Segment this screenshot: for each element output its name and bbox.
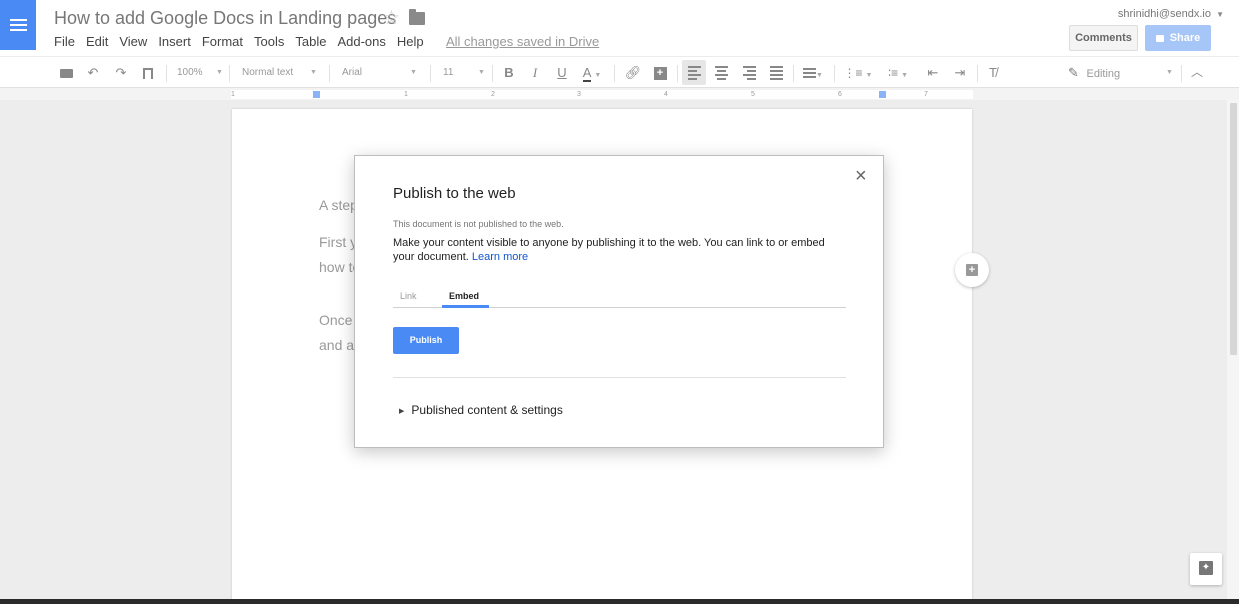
- font-select[interactable]: Arial ▼: [334, 57, 426, 88]
- ruler-number: 3: [577, 91, 581, 98]
- font-value: Arial: [342, 67, 363, 78]
- ruler-number: 6: [838, 91, 842, 98]
- align-center-icon[interactable]: [710, 57, 732, 88]
- star-icon[interactable]: ☆: [383, 7, 400, 30]
- ruler-number: 1: [404, 91, 408, 98]
- caret-down-icon: ▼: [216, 69, 223, 76]
- doc-text-line: First y: [319, 234, 358, 250]
- publish-status: This document is not published to the we…: [393, 219, 564, 229]
- right-indent-marker[interactable]: [879, 91, 886, 98]
- tab-embed[interactable]: Embed: [449, 291, 479, 301]
- menu-view[interactable]: View: [119, 34, 147, 49]
- caret-down-icon: ▼: [310, 69, 317, 76]
- toolbar: ↶ ↷ 100% ▼ Normal text ▼ Arial ▼ 11 ▼ B …: [0, 56, 1239, 88]
- style-select[interactable]: Normal text ▼: [234, 57, 326, 88]
- document-title[interactable]: How to add Google Docs in Landing pages: [54, 8, 396, 29]
- explore-button[interactable]: ✦: [1190, 553, 1222, 585]
- learn-more-link[interactable]: Learn more: [472, 251, 528, 263]
- italic-button[interactable]: I: [526, 57, 544, 88]
- menu-table[interactable]: Table: [295, 34, 326, 49]
- font-size-value: 11: [443, 67, 454, 78]
- ruler-number: 2: [491, 91, 495, 98]
- description-text: Make your content visible to anyone by p…: [393, 237, 825, 263]
- ruler: 1 1 2 3 4 5 6 7: [0, 88, 1239, 100]
- caret-down-icon: ▼: [410, 69, 417, 76]
- collapse-toolbar-icon[interactable]: ︿: [1186, 57, 1208, 88]
- dialog-divider: [393, 377, 846, 378]
- clear-formatting-icon[interactable]: T̸: [983, 57, 1003, 88]
- caret-down-icon: ▼: [478, 69, 485, 76]
- doc-text-line: A step: [319, 197, 358, 213]
- editing-mode-select[interactable]: ✎ Editing ▼: [1066, 57, 1180, 88]
- caret-right-icon: ▶: [399, 408, 405, 415]
- indent-marker[interactable]: [313, 91, 320, 98]
- publish-dialog: Publish to the web × This document is no…: [354, 155, 884, 448]
- publish-button[interactable]: Publish: [393, 327, 459, 354]
- underline-button[interactable]: U: [553, 57, 571, 88]
- text-color-button[interactable]: A ▼: [580, 57, 604, 88]
- decrease-indent-icon[interactable]: ⇤: [922, 57, 944, 88]
- zoom-select[interactable]: 100% ▼: [170, 57, 226, 88]
- caret-down-icon[interactable]: ▼: [1216, 10, 1224, 19]
- folder-icon[interactable]: [409, 9, 425, 25]
- header: How to add Google Docs in Landing pages …: [0, 0, 1239, 56]
- published-settings-toggle[interactable]: ▶ Published content & settings: [399, 403, 563, 417]
- caret-down-icon: ▼: [594, 72, 602, 79]
- insert-link-icon[interactable]: 🔗︎: [622, 57, 644, 88]
- active-tab-indicator: [442, 305, 489, 308]
- numbered-list-icon[interactable]: ⋮≡ ▼: [840, 57, 876, 88]
- align-right-icon[interactable]: [738, 57, 760, 88]
- menu-edit[interactable]: Edit: [86, 34, 108, 49]
- increase-indent-icon[interactable]: ⇥: [949, 57, 971, 88]
- paint-format-icon[interactable]: [138, 57, 158, 88]
- ruler-strip[interactable]: 1 1 2 3 4 5 6 7: [231, 90, 973, 99]
- menu-addons[interactable]: Add-ons: [337, 34, 385, 49]
- share-button[interactable]: Share: [1145, 25, 1211, 51]
- comments-button[interactable]: Comments: [1069, 25, 1138, 51]
- scrollbar[interactable]: [1227, 100, 1239, 604]
- add-comment-button[interactable]: +: [955, 253, 989, 287]
- menu-format[interactable]: Format: [202, 34, 243, 49]
- taskbar-strip: [0, 599, 1239, 604]
- undo-icon[interactable]: ↶: [82, 57, 104, 88]
- redo-icon[interactable]: ↷: [110, 57, 132, 88]
- doc-text-line: Once: [319, 312, 353, 328]
- style-value: Normal text: [242, 67, 294, 78]
- menu-help[interactable]: Help: [397, 34, 424, 49]
- lock-icon: [1155, 35, 1164, 42]
- menu-file[interactable]: File: [54, 34, 75, 49]
- menu-bar: File Edit View Insert Format Tools Table…: [54, 34, 435, 49]
- align-justify-icon[interactable]: [765, 57, 787, 88]
- zoom-value: 100%: [177, 67, 203, 78]
- settings-label: Published content & settings: [411, 403, 563, 417]
- bold-button[interactable]: B: [500, 57, 518, 88]
- pencil-icon: ✎: [1068, 65, 1079, 80]
- scrollbar-thumb[interactable]: [1230, 103, 1237, 355]
- explore-icon: ✦: [1199, 561, 1213, 575]
- line-spacing-icon[interactable]: ▼: [798, 57, 828, 88]
- dialog-description: Make your content visible to anyone by p…: [393, 236, 833, 264]
- dialog-title: Publish to the web: [393, 185, 516, 202]
- print-icon[interactable]: [56, 57, 76, 88]
- add-comment-icon[interactable]: +: [650, 57, 670, 88]
- add-comment-icon: +: [966, 264, 978, 276]
- align-left-icon[interactable]: [682, 60, 706, 85]
- share-label: Share: [1169, 32, 1201, 44]
- docs-logo-icon[interactable]: [0, 0, 36, 50]
- menu-tools[interactable]: Tools: [254, 34, 284, 49]
- editing-mode-label: Editing: [1086, 68, 1121, 80]
- account-email[interactable]: shrinidhi@sendx.io: [1118, 8, 1211, 20]
- text-color-glyph: A: [582, 65, 591, 82]
- tab-link[interactable]: Link: [400, 291, 417, 301]
- ruler-number: 5: [751, 91, 755, 98]
- ruler-number: 1: [231, 91, 235, 98]
- save-status[interactable]: All changes saved in Drive: [446, 34, 599, 49]
- caret-down-icon: ▼: [1166, 69, 1173, 76]
- menu-insert[interactable]: Insert: [158, 34, 191, 49]
- close-icon[interactable]: ×: [855, 166, 867, 186]
- font-size-select[interactable]: 11 ▼: [434, 57, 490, 88]
- ruler-number: 7: [924, 91, 928, 98]
- ruler-number: 4: [664, 91, 668, 98]
- bulleted-list-icon[interactable]: ∶≡ ▼: [880, 57, 916, 88]
